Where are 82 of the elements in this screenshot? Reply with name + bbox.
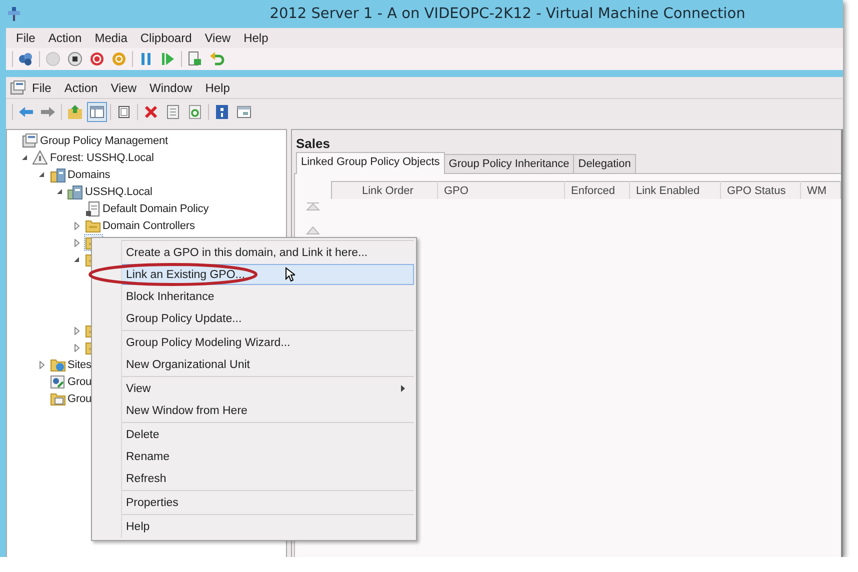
tab[interactable]: Delegation bbox=[573, 154, 636, 173]
buildings-icon bbox=[50, 166, 66, 182]
up-folder-icon[interactable] bbox=[67, 104, 83, 120]
mouse-pointer-icon bbox=[285, 267, 295, 282]
menu-item[interactable]: New Organizational Unit bbox=[121, 354, 414, 375]
column-header[interactable]: WM bbox=[800, 182, 840, 199]
menu-item[interactable]: Window bbox=[144, 78, 200, 96]
save-icon[interactable] bbox=[111, 51, 127, 67]
menu-item[interactable]: Create a GPO in this domain, and Link it here... bbox=[121, 242, 414, 263]
menu-item[interactable]: Group Policy Modeling Wizard... bbox=[121, 332, 414, 353]
play-icon[interactable] bbox=[160, 51, 176, 67]
tree-item[interactable]: Group Policy Management bbox=[21, 132, 170, 149]
sites-folder-icon bbox=[50, 356, 66, 372]
back-arrow-icon[interactable] bbox=[18, 104, 34, 120]
tree-item[interactable]: Forest: USSHQ.Local bbox=[31, 149, 156, 166]
menu-item[interactable]: New Window from Here bbox=[121, 400, 414, 421]
column-header[interactable]: Link Enabled bbox=[630, 182, 720, 199]
column-header[interactable]: Link Order bbox=[332, 182, 438, 199]
collapse-arrow-icon[interactable] bbox=[73, 256, 80, 263]
folder-icon bbox=[84, 218, 100, 234]
tree-item[interactable]: Grou bbox=[48, 373, 94, 390]
collapse-arrow-icon[interactable] bbox=[20, 154, 28, 161]
tab[interactable]: Group Policy Inheritance bbox=[444, 154, 574, 173]
tab[interactable]: Linked Group Policy Objects bbox=[296, 152, 445, 174]
menu-item[interactable]: Refresh bbox=[121, 468, 414, 489]
expand-arrow-icon[interactable] bbox=[74, 344, 80, 352]
keys-icon[interactable] bbox=[18, 51, 34, 67]
app-icon bbox=[6, 5, 22, 23]
console-icon bbox=[10, 80, 26, 96]
tree-item[interactable]: USSHQ.Local bbox=[66, 183, 154, 200]
snapshot-icon[interactable] bbox=[187, 51, 203, 67]
window-title: 2012 Server 1 - A on VIDEOPC-2K12 - Virtual Machine Connection bbox=[268, 6, 746, 22]
menu-item[interactable]: Help bbox=[121, 516, 414, 537]
delete-icon[interactable] bbox=[143, 104, 159, 120]
menu-item[interactable]: Action bbox=[58, 78, 105, 96]
expand-arrow-icon[interactable] bbox=[38, 360, 44, 368]
console-icon bbox=[22, 132, 38, 148]
menu-item[interactable]: View bbox=[198, 29, 238, 47]
column-header[interactable]: GPO bbox=[438, 182, 564, 199]
collapse-arrow-icon[interactable] bbox=[56, 188, 62, 195]
menu-item[interactable]: View bbox=[121, 378, 414, 399]
menu-item[interactable]: Delete bbox=[121, 424, 414, 445]
console-icon[interactable] bbox=[236, 104, 252, 120]
tree-item[interactable]: Default Domain Policy bbox=[84, 200, 211, 217]
menu-item[interactable]: Group Policy Update... bbox=[121, 308, 414, 329]
tree-item[interactable]: Sites bbox=[48, 356, 94, 373]
tree-pane-icon[interactable] bbox=[89, 104, 105, 120]
shutdown-icon[interactable] bbox=[89, 51, 105, 67]
tree-item[interactable]: Grou bbox=[48, 390, 94, 407]
undo-arrow-icon[interactable] bbox=[209, 51, 225, 67]
menu-item[interactable]: File bbox=[10, 29, 42, 47]
menu-item[interactable]: Clipboard bbox=[134, 29, 199, 47]
expand-arrow-icon[interactable] bbox=[74, 238, 80, 246]
help-icon[interactable] bbox=[214, 104, 230, 120]
modeling-icon bbox=[50, 374, 66, 390]
column-header[interactable]: Enforced bbox=[564, 182, 630, 199]
buildings-icon bbox=[67, 184, 83, 200]
menu-item[interactable]: Help bbox=[199, 78, 237, 96]
triangle-icon bbox=[32, 150, 48, 166]
column-header[interactable]: GPO Status bbox=[720, 182, 800, 199]
menu-item[interactable]: Help bbox=[238, 29, 276, 47]
results-icon bbox=[50, 390, 66, 406]
pane-title: Sales bbox=[295, 135, 331, 153]
stop-icon[interactable] bbox=[67, 51, 83, 67]
refresh-icon[interactable] bbox=[187, 104, 203, 120]
menu-item[interactable]: File bbox=[26, 78, 58, 96]
menu-item[interactable]: Media bbox=[88, 29, 134, 47]
collapse-arrow-icon[interactable] bbox=[38, 171, 45, 178]
tree-item[interactable]: Domains bbox=[48, 166, 112, 183]
tree-item[interactable]: Domain Controllers bbox=[84, 217, 197, 234]
menu-item[interactable]: Action bbox=[42, 29, 89, 47]
menu-item[interactable]: Properties bbox=[121, 492, 414, 513]
menu-item[interactable]: Block Inheritance bbox=[121, 286, 414, 307]
expand-arrow-icon[interactable] bbox=[74, 222, 80, 230]
properties-icon[interactable] bbox=[165, 104, 181, 120]
forward-arrow-icon[interactable] bbox=[40, 104, 56, 120]
submenu-arrow-icon bbox=[401, 385, 405, 392]
menu-item[interactable]: Rename bbox=[121, 446, 414, 467]
expand-arrow-icon[interactable] bbox=[74, 326, 80, 334]
menu-item[interactable]: View bbox=[104, 78, 144, 96]
window-icon[interactable] bbox=[116, 104, 132, 120]
document-icon bbox=[84, 200, 100, 216]
